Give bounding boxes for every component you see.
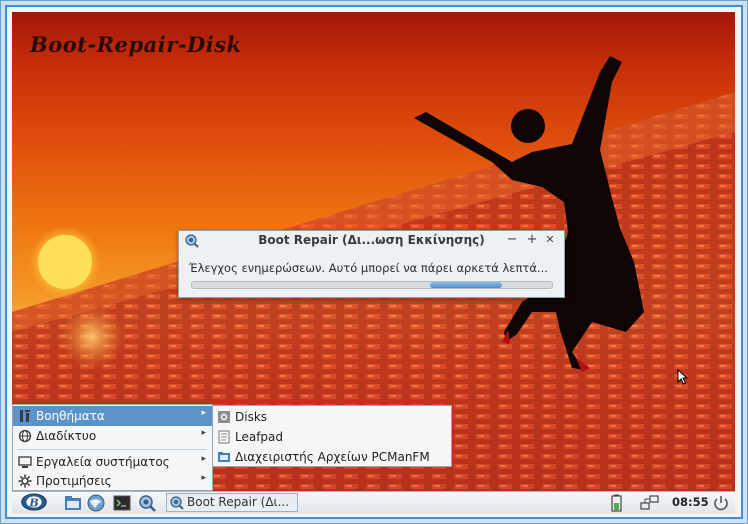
file-manager-icon bbox=[218, 452, 230, 462]
minimize-button[interactable]: − bbox=[505, 232, 519, 248]
submenu-item-pcmanfm[interactable]: Διαχειριστής Αρχείων PCManFM bbox=[213, 447, 451, 467]
disks-icon bbox=[218, 411, 230, 423]
internet-icon bbox=[18, 429, 32, 443]
menu-item-label: Προτιμήσεις bbox=[36, 474, 112, 488]
start-menu: Βοηθήματα ▸ Διαδίκτυο ▸ Εργαλεία συστήμα… bbox=[12, 404, 213, 491]
close-button[interactable]: ✕ bbox=[543, 232, 557, 248]
submenu-item-disks[interactable]: Disks bbox=[213, 407, 451, 427]
menu-item-internet[interactable]: Διαδίκτυο ▸ bbox=[13, 426, 212, 446]
submenu-arrow-icon: ▸ bbox=[201, 428, 206, 438]
accessories-submenu: Disks Leafpad Διαχειριστής Αρχείων PCMan… bbox=[212, 405, 452, 467]
boot-repair-disk-logo: Boot-Repair-Disk bbox=[30, 32, 242, 57]
menu-item-system-tools[interactable]: Εργαλεία συστήματος ▸ bbox=[13, 452, 212, 472]
menu-item-label: Διαδίκτυο bbox=[36, 429, 97, 443]
menu-separator bbox=[17, 449, 207, 450]
menu-item-label: Βοηθήματα bbox=[36, 409, 105, 423]
preferences-icon bbox=[18, 474, 32, 488]
taskbar-task-boot-repair[interactable]: Boot Repair (Δι... bbox=[166, 493, 298, 512]
system-tools-icon bbox=[18, 456, 32, 468]
leafpad-icon bbox=[218, 430, 230, 444]
svg-text:B: B bbox=[28, 495, 39, 509]
dialog-message: Έλεγχος ενημερώσεων. Αυτό μπορεί να πάρε… bbox=[189, 261, 548, 275]
submenu-arrow-icon: ▸ bbox=[201, 454, 206, 464]
submenu-arrow-icon: ▸ bbox=[201, 408, 206, 418]
submenu-item-label: Disks bbox=[235, 410, 268, 424]
taskbar-task-label: Boot Repair (Δι... bbox=[187, 495, 290, 509]
accessories-icon bbox=[20, 410, 30, 422]
menu-item-accessories[interactable]: Βοηθήματα ▸ bbox=[13, 406, 212, 426]
submenu-arrow-icon: ▸ bbox=[201, 473, 206, 483]
progress-bar-fill bbox=[429, 282, 502, 288]
battery-icon[interactable] bbox=[610, 494, 624, 512]
submenu-item-leafpad[interactable]: Leafpad bbox=[213, 427, 451, 447]
boot-repair-icon bbox=[170, 496, 184, 510]
menu-item-label: Εργαλεία συστήματος bbox=[36, 455, 170, 469]
terminal-icon[interactable] bbox=[113, 494, 131, 512]
network-icon[interactable] bbox=[640, 494, 660, 512]
boot-repair-icon[interactable] bbox=[138, 494, 156, 512]
submenu-item-label: Διαχειριστής Αρχείων PCManFM bbox=[235, 450, 430, 464]
boot-repair-dialog[interactable]: Boot Repair (Δι...ωση Εκκίνησης) − + ✕ Έ… bbox=[178, 230, 565, 298]
taskbar: B Boot Repair (Δι... 08:55 bbox=[12, 491, 735, 514]
web-browser-icon[interactable] bbox=[87, 494, 105, 512]
clock[interactable]: 08:55 bbox=[672, 495, 709, 509]
file-manager-icon[interactable] bbox=[64, 494, 82, 512]
progress-bar bbox=[191, 281, 553, 289]
start-menu-icon[interactable]: B bbox=[20, 493, 48, 511]
maximize-button[interactable]: + bbox=[525, 232, 539, 248]
dialog-titlebar[interactable]: Boot Repair (Δι...ωση Εκκίνησης) − + ✕ bbox=[179, 231, 564, 251]
power-icon[interactable] bbox=[712, 494, 730, 512]
mouse-cursor-icon bbox=[677, 369, 689, 385]
submenu-item-label: Leafpad bbox=[235, 430, 284, 444]
menu-item-preferences[interactable]: Προτιμήσεις ▸ bbox=[13, 471, 212, 491]
